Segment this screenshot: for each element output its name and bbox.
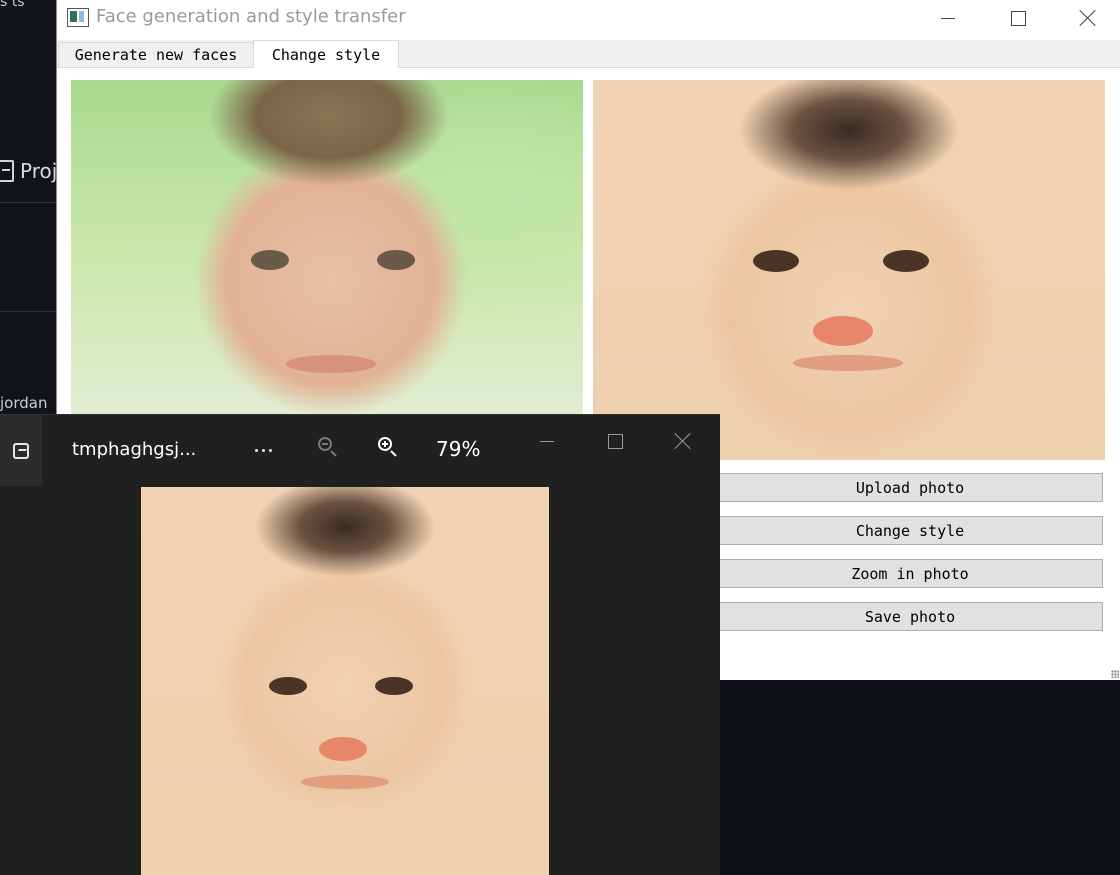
- styled-photo: [593, 80, 1105, 460]
- nose: [319, 737, 367, 761]
- window-title: Face generation and style transfer: [96, 6, 406, 27]
- viewer-minimize-button[interactable]: [524, 425, 570, 457]
- close-button[interactable]: [1063, 0, 1113, 36]
- zoom-in-button[interactable]: [378, 437, 400, 459]
- maximize-icon: [607, 433, 623, 449]
- zoom-out-button[interactable]: [318, 437, 340, 459]
- more-options-button[interactable]: [246, 435, 280, 465]
- close-icon: [1079, 9, 1097, 27]
- zoom-level: 79%: [436, 437, 481, 461]
- divider: [0, 202, 56, 203]
- maximize-button[interactable]: [993, 0, 1043, 36]
- tab-generate-new-faces[interactable]: Generate new faces: [58, 42, 254, 67]
- image-icon: [13, 442, 29, 459]
- tab-change-style[interactable]: Change style: [253, 40, 399, 68]
- mouth: [301, 775, 389, 789]
- zoom-in-photo-button[interactable]: Zoom in photo: [717, 559, 1103, 588]
- more-icon: [268, 448, 272, 452]
- project-icon: [0, 160, 14, 182]
- save-photo-button[interactable]: Save photo: [717, 602, 1103, 631]
- change-style-button[interactable]: Change style: [717, 516, 1103, 545]
- viewer-filename: tmphaghgsj...: [72, 439, 197, 460]
- more-icon: [254, 448, 258, 452]
- upload-photo-button[interactable]: Upload photo: [717, 473, 1103, 502]
- photo-viewer-window: tmphaghgsj... 79%: [0, 414, 720, 875]
- more-icon: [261, 448, 265, 452]
- app-icon: [67, 8, 89, 27]
- eye: [269, 677, 307, 695]
- viewer-image: [141, 487, 549, 875]
- eye: [883, 250, 929, 272]
- maximize-icon: [1010, 10, 1026, 26]
- eye: [753, 250, 799, 272]
- original-photo: [71, 80, 583, 415]
- viewer-maximize-button[interactable]: [592, 425, 638, 457]
- minimize-button[interactable]: [923, 0, 973, 36]
- resize-grip[interactable]: [1111, 670, 1119, 678]
- project-nav-item[interactable]: Proj: [0, 156, 57, 186]
- minimize-icon: [941, 17, 955, 19]
- eye: [251, 250, 289, 270]
- mouth: [793, 355, 903, 371]
- divider: [0, 311, 56, 312]
- eye: [375, 677, 413, 695]
- title-bar[interactable]: Face generation and style transfer: [57, 0, 1120, 36]
- nose: [813, 316, 873, 346]
- user-label: jordan: [0, 394, 48, 412]
- close-icon: [675, 433, 691, 449]
- mouth: [286, 355, 376, 373]
- viewer-close-button[interactable]: [660, 425, 706, 457]
- minimize-icon: [540, 440, 554, 442]
- eye: [377, 250, 415, 270]
- project-label: Proj: [20, 159, 58, 183]
- tab-bar: Generate new faces Change style: [57, 40, 1120, 68]
- viewer-app-tile: [0, 415, 42, 486]
- background-top-text: s ts: [0, 0, 25, 10]
